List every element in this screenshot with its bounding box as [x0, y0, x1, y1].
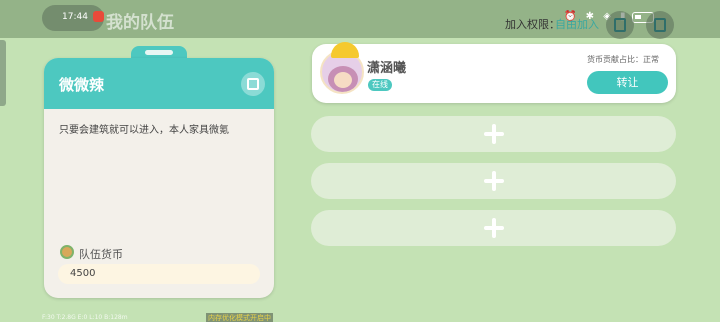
currency-contribution: 货币贡献占比：正常: [587, 55, 659, 64]
transfer-button[interactable]: 转让: [587, 71, 668, 94]
edit-team-button[interactable]: [241, 72, 265, 96]
member-row[interactable]: 潇涵曦 在线 货币贡献占比：正常 转让: [312, 42, 676, 103]
side-drawer-handle[interactable]: [0, 40, 6, 106]
member-name: 潇涵曦: [367, 61, 407, 76]
team-description: 只要会建筑就可以进入，本人家具微氪: [59, 125, 229, 136]
empty-member-slot[interactable]: [311, 116, 676, 152]
empty-member-slot[interactable]: [311, 163, 676, 199]
team-name: 微微辣: [59, 76, 105, 94]
team-card-header: 微微辣: [44, 58, 274, 109]
team-currency-box: 4500: [58, 264, 260, 284]
memory-optimize-notice: 内存优化模式开启中: [206, 313, 273, 322]
clock: 17:44: [62, 12, 88, 22]
add-member-icon: [484, 218, 504, 238]
exit-team-button[interactable]: [646, 11, 674, 39]
clipboard-button[interactable]: [606, 11, 634, 39]
clipboard-icon: [614, 18, 626, 32]
currency-icon: [60, 245, 74, 259]
online-status-badge: 在线: [368, 79, 392, 91]
page-title: 我的队伍: [106, 13, 174, 33]
add-member-icon: [484, 171, 504, 191]
join-permission-label: 加入权限：: [505, 18, 560, 31]
leader-hardhat-icon: [331, 42, 359, 58]
add-member-icon: [484, 124, 504, 144]
empty-member-slot[interactable]: [311, 210, 676, 246]
recording-icon: [93, 11, 104, 22]
team-currency-label: 队伍货币: [79, 248, 123, 261]
exit-door-icon: [654, 18, 666, 32]
avatar-face: [334, 72, 352, 88]
debug-stats: F:30 T:2.8G E:0 L:10 B:128m: [42, 314, 128, 321]
team-currency-value: 4500: [70, 268, 96, 279]
edit-icon: [247, 78, 259, 90]
team-card: 微微辣 只要会建筑就可以进入，本人家具微氪 队伍货币 4500: [44, 58, 274, 298]
